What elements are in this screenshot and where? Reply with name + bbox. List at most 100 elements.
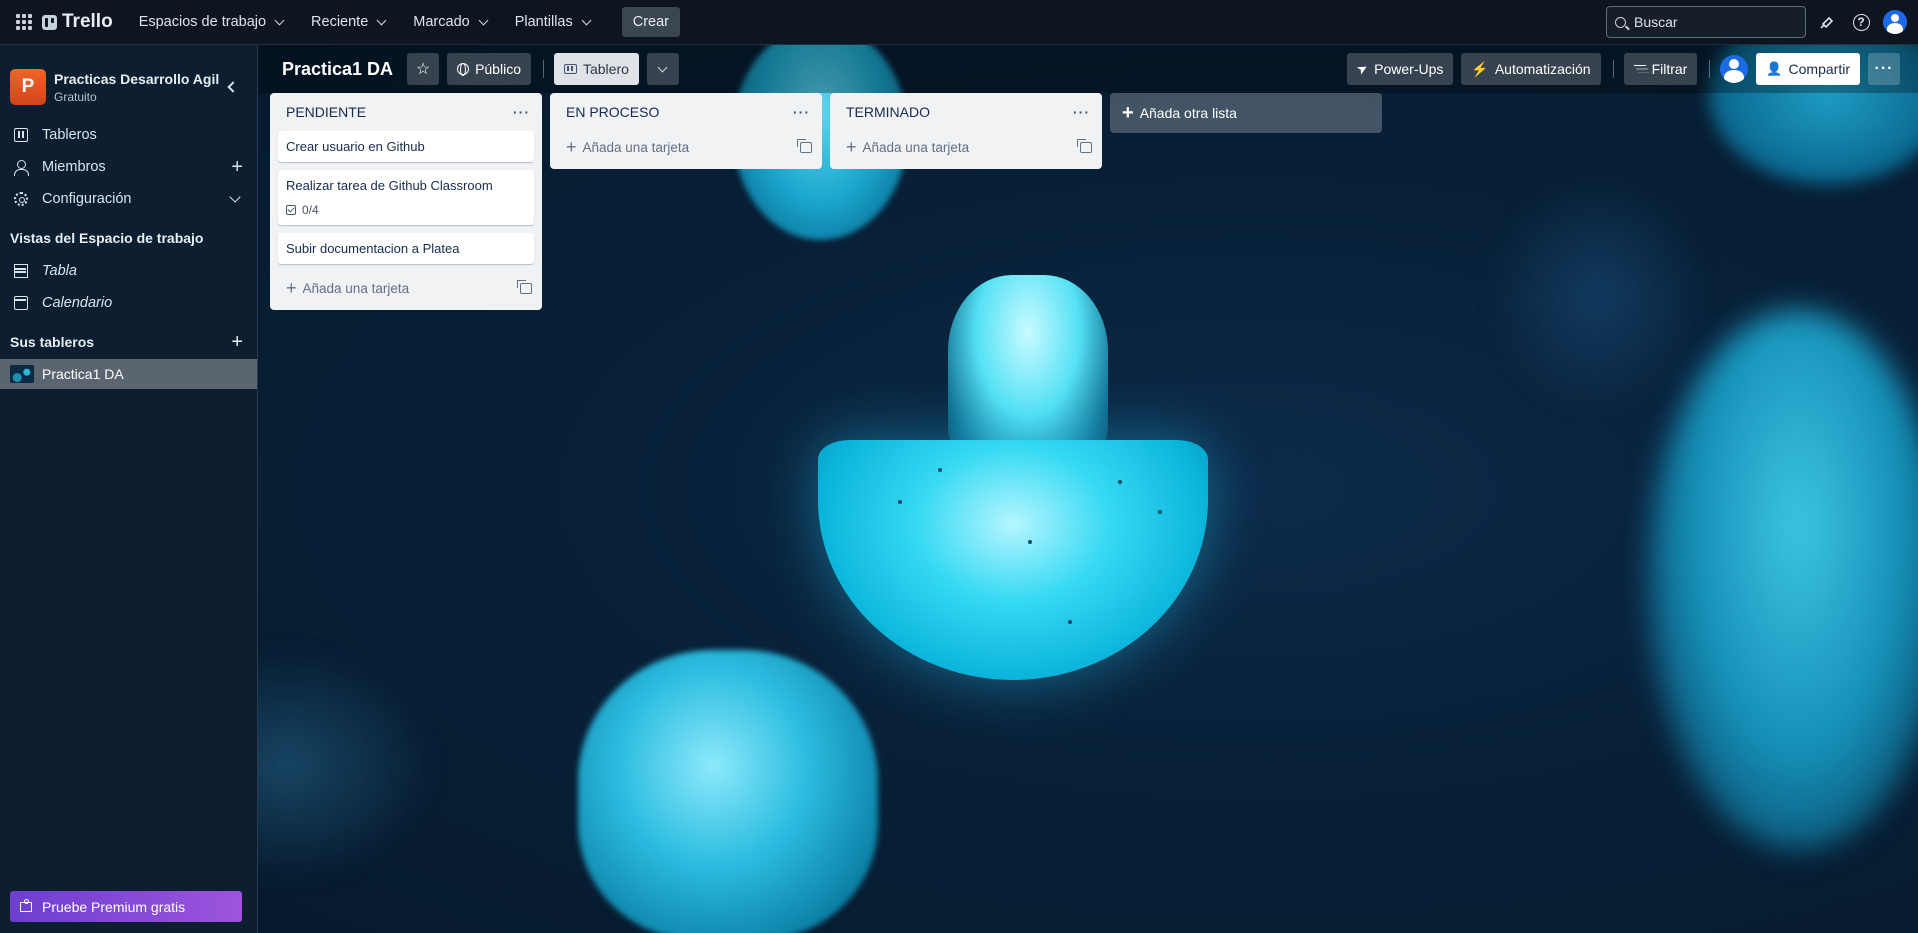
help-icon[interactable]: ? bbox=[1848, 9, 1874, 35]
gift-icon bbox=[20, 898, 32, 912]
board-title[interactable]: Practica1 DA bbox=[282, 59, 393, 80]
nav-starred-label: Marcado bbox=[413, 14, 470, 30]
view-switcher-button[interactable]: Tablero bbox=[553, 53, 639, 85]
workspace-header: P Practicas Desarrollo Agil Gratuito bbox=[0, 45, 257, 113]
view-dropdown-button[interactable] bbox=[646, 53, 679, 85]
checklist-count: 0/4 bbox=[302, 203, 319, 217]
checklist-badge: 0/4 bbox=[286, 203, 526, 217]
card[interactable]: Subir documentacion a Platea bbox=[278, 233, 534, 264]
background-jellyfish bbox=[818, 440, 1208, 680]
star-button[interactable]: ☆ bbox=[407, 53, 440, 85]
chevron-down-icon bbox=[376, 15, 387, 25]
add-card-button[interactable]: + Añada una tarjeta bbox=[830, 131, 1102, 163]
card-template-icon[interactable] bbox=[517, 279, 532, 294]
search-icon bbox=[1615, 16, 1626, 28]
app-switcher-icon[interactable] bbox=[10, 8, 38, 36]
plus-icon: + bbox=[566, 136, 577, 157]
share-button[interactable]: 👤 Compartir bbox=[1756, 53, 1860, 85]
list-title[interactable]: PENDIENTE bbox=[286, 104, 366, 120]
sidebar-item-label: Configuración bbox=[42, 191, 132, 207]
add-card-label: Añada una tarjeta bbox=[862, 139, 970, 155]
list-header[interactable]: PENDIENTE ··· bbox=[270, 93, 542, 131]
logo-text: Trello bbox=[62, 11, 113, 32]
collapse-sidebar-icon[interactable] bbox=[227, 81, 239, 93]
list-title[interactable]: TERMINADO bbox=[846, 104, 930, 120]
list-menu-icon[interactable]: ··· bbox=[789, 104, 814, 120]
sidebar-item-table[interactable]: Tabla bbox=[0, 255, 257, 287]
card[interactable]: Crear usuario en Github bbox=[278, 131, 534, 162]
add-card-button[interactable]: + Añada una tarjeta bbox=[270, 272, 542, 304]
nav-workspaces[interactable]: Espacios de trabajo bbox=[129, 8, 297, 36]
list-header[interactable]: EN PROCESO ··· bbox=[550, 93, 822, 131]
automation-button[interactable]: ⚡ Automatización bbox=[1461, 53, 1601, 85]
add-list-button[interactable]: + Añada otra lista bbox=[1110, 93, 1382, 133]
background-jellyfish bbox=[1488, 175, 1708, 415]
board-member-avatar[interactable] bbox=[1720, 55, 1749, 83]
add-member-icon[interactable]: + bbox=[231, 156, 243, 179]
card-template-icon[interactable] bbox=[1077, 138, 1092, 153]
sidebar-board-practica1[interactable]: Practica1 DA bbox=[0, 359, 257, 389]
view-label: Tablero bbox=[582, 61, 629, 77]
workspace-plan: Gratuito bbox=[54, 89, 97, 104]
sidebar-item-settings[interactable]: Configuración bbox=[0, 183, 257, 215]
list-pendiente: PENDIENTE ··· Crear usuario en Github Re… bbox=[270, 93, 542, 310]
rocket-icon: ➤ bbox=[1353, 59, 1371, 78]
card[interactable]: Realizar tarea de Github Classroom 0/4 bbox=[278, 170, 534, 225]
share-label: Compartir bbox=[1788, 61, 1850, 77]
sidebar-item-label: Tabla bbox=[42, 263, 77, 279]
nav-templates[interactable]: Plantillas bbox=[505, 8, 604, 36]
add-card-button[interactable]: + Añada una tarjeta bbox=[550, 131, 822, 163]
divider bbox=[542, 60, 544, 78]
nav-templates-label: Plantillas bbox=[514, 14, 573, 30]
globe-icon bbox=[457, 63, 470, 76]
chevron-down-icon bbox=[274, 15, 285, 25]
create-button[interactable]: Crear bbox=[621, 7, 680, 37]
sidebar-item-members[interactable]: Miembros + bbox=[0, 151, 257, 183]
add-card-label: Añada una tarjeta bbox=[582, 139, 690, 155]
sidebar-board-label: Practica1 DA bbox=[42, 366, 124, 382]
filter-button[interactable]: Filtrar bbox=[1623, 53, 1698, 85]
card-title: Crear usuario en Github bbox=[286, 139, 425, 154]
background-jellyfish bbox=[948, 275, 1108, 465]
add-board-icon[interactable]: + bbox=[231, 331, 243, 354]
chevron-down-icon[interactable] bbox=[229, 191, 241, 203]
card-template-icon[interactable] bbox=[797, 138, 812, 153]
premium-trial-button[interactable]: Pruebe Premium gratis bbox=[10, 891, 242, 922]
board-icon bbox=[14, 128, 28, 142]
board-view-icon bbox=[563, 64, 577, 74]
calendar-icon bbox=[14, 296, 28, 310]
card-title: Subir documentacion a Platea bbox=[286, 241, 460, 256]
list-title[interactable]: EN PROCESO bbox=[566, 104, 659, 120]
sidebar-item-calendar[interactable]: Calendario bbox=[0, 287, 257, 319]
search-input[interactable]: Buscar bbox=[1606, 6, 1806, 38]
workspace-name[interactable]: Practicas Desarrollo Agil bbox=[54, 71, 219, 87]
plus-icon: + bbox=[846, 136, 857, 157]
notifications-icon[interactable] bbox=[1814, 9, 1840, 35]
powerups-label: Power-Ups bbox=[1374, 61, 1444, 77]
list-menu-icon[interactable]: ··· bbox=[509, 104, 534, 120]
list-menu-icon[interactable]: ··· bbox=[1069, 104, 1094, 120]
section-title-text: Vistas del Espacio de trabajo bbox=[10, 230, 204, 246]
trello-logo[interactable]: Trello bbox=[42, 11, 113, 33]
visibility-button[interactable]: Público bbox=[447, 53, 531, 85]
search-placeholder: Buscar bbox=[1634, 14, 1678, 30]
your-boards-title: Sus tableros + bbox=[0, 325, 257, 359]
sidebar-item-boards[interactable]: Tableros bbox=[0, 119, 257, 151]
board-menu-button[interactable]: ··· bbox=[1868, 53, 1900, 85]
nav-recent[interactable]: Reciente bbox=[301, 8, 399, 36]
background-jellyfish bbox=[258, 645, 438, 885]
list-header[interactable]: TERMINADO ··· bbox=[830, 93, 1102, 131]
lightning-icon: ⚡ bbox=[1471, 60, 1489, 77]
sidebar-item-label: Tableros bbox=[42, 127, 97, 143]
user-avatar[interactable] bbox=[1882, 9, 1908, 35]
nav-workspaces-label: Espacios de trabajo bbox=[138, 14, 267, 30]
plus-icon: + bbox=[286, 277, 297, 298]
nav-starred[interactable]: Marcado bbox=[403, 8, 500, 36]
section-title-text: Sus tableros bbox=[10, 334, 95, 350]
sidebar-item-label: Miembros bbox=[42, 159, 106, 175]
workspace-badge[interactable]: P bbox=[10, 69, 46, 105]
star-icon: ☆ bbox=[415, 61, 431, 78]
add-card-label: Añada una tarjeta bbox=[302, 280, 410, 296]
powerups-button[interactable]: ➤ Power-Ups bbox=[1347, 53, 1454, 85]
card-title: Realizar tarea de Github Classroom bbox=[286, 178, 493, 193]
